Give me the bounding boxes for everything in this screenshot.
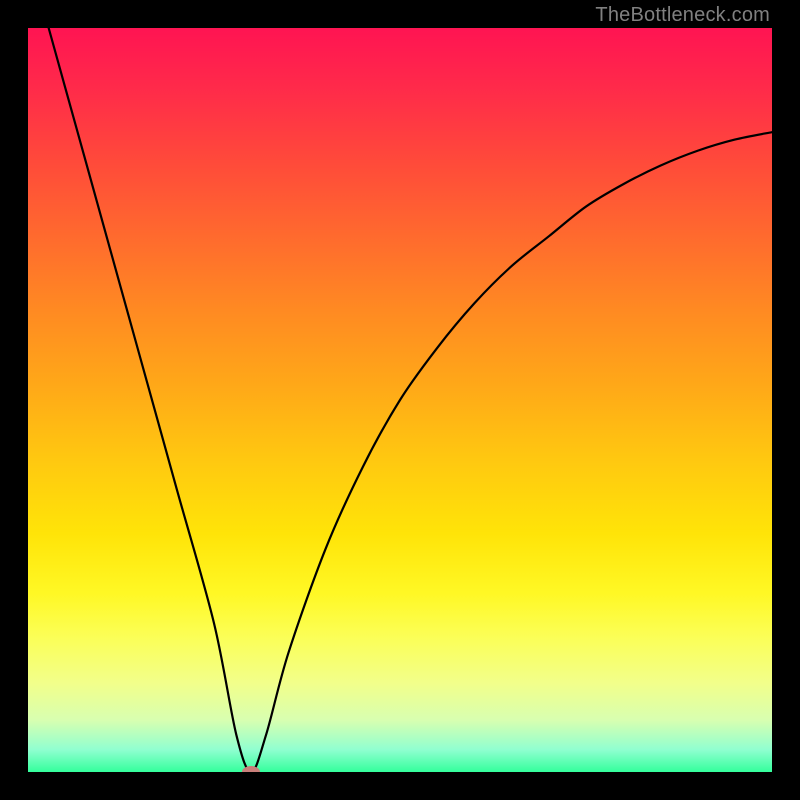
- optimum-marker: [242, 766, 260, 772]
- plot-area: [28, 28, 772, 772]
- curve-layer: [28, 28, 772, 772]
- watermark-text: TheBottleneck.com: [595, 4, 770, 27]
- chart-frame: TheBottleneck.com: [0, 0, 800, 800]
- bottleneck-curve: [28, 28, 772, 772]
